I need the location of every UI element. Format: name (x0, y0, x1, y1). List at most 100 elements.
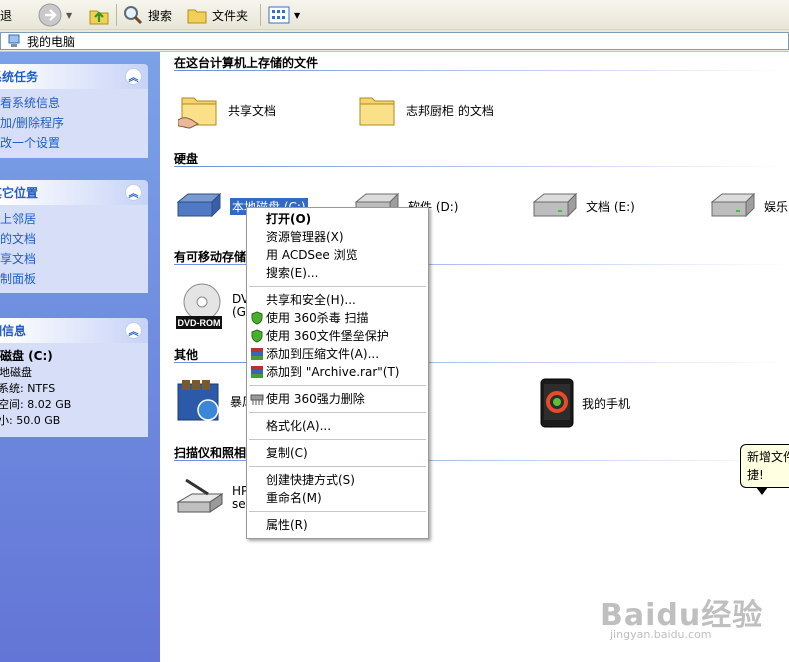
search-button[interactable]: 搜索 (122, 0, 172, 30)
task-change-setting[interactable]: 更改一个设置 (0, 133, 148, 153)
group-divider (174, 166, 789, 167)
menu-360-protect[interactable]: 使用 360文件堡垒保护 (247, 327, 428, 345)
menu-360-delete[interactable]: 使用 360强力删除 (247, 390, 428, 408)
shredder-icon (250, 394, 264, 405)
tooltip-tail (756, 487, 768, 495)
details-free-space: 可用空间: 8.02 GB (0, 398, 72, 411)
collapse-icon[interactable]: ︽ (125, 322, 142, 339)
watermark: Baidu经验 jingyan.baidu.com (600, 590, 763, 641)
search-label: 搜索 (148, 8, 173, 23)
menu-explore[interactable]: 资源管理器(X) (247, 228, 428, 246)
search-icon (124, 6, 143, 25)
back-button[interactable]: 退 (0, 0, 12, 30)
shared-documents-item[interactable]: 共享文档 (178, 90, 276, 130)
address-text: 我的电脑 (27, 34, 76, 49)
drive-e-label: 文档 (E:) (586, 199, 635, 214)
views-button[interactable]: ▼ (268, 0, 300, 30)
menu-separator (249, 466, 426, 467)
menu-acdsee[interactable]: 用 ACDSee 浏览 (247, 246, 428, 264)
toolbar-separator (116, 4, 117, 26)
place-my-documents[interactable]: 我的文档 (0, 229, 148, 249)
details-filesystem: 文件系统: NTFS (0, 382, 56, 395)
dvd-rom-icon: DVD-ROM (176, 283, 222, 329)
shield-icon (251, 311, 263, 325)
other-places-header[interactable]: 其它位置 ︽ (0, 180, 148, 205)
drive-e-item[interactable]: 文档 (E:) (532, 192, 635, 220)
shared-folder-icon (178, 97, 217, 129)
collapse-icon[interactable]: ︽ (125, 184, 142, 201)
up-button[interactable] (88, 0, 110, 30)
menu-separator (249, 439, 426, 440)
menu-separator (249, 385, 426, 386)
toolbar: 退 ▼ 搜索 文件夹 ▼ (0, 0, 789, 30)
system-tasks-header[interactable]: 系统任务 ︽ (0, 64, 148, 89)
shield-icon (251, 329, 263, 343)
task-pane: 系统任务 ︽ 查看系统信息 添加/删除程序 更改一个设置 其它位置 ︽ 网上邻居… (0, 52, 160, 662)
drive-f-label: 娱乐 (F:) (764, 199, 789, 214)
menu-create-shortcut[interactable]: 创建快捷方式(S) (247, 471, 428, 489)
details-body: 本地磁盘 (C:) 本地磁盘 文件系统: NTFS 可用空间: 8.02 GB … (0, 343, 148, 437)
menu-search[interactable]: 搜索(E)... (247, 264, 428, 282)
chevron-down-icon: ▼ (294, 10, 301, 20)
menu-add-to-rar-label: 添加到 "Archive.rar"(T) (266, 365, 400, 379)
my-phone-label: 我的手机 (582, 396, 631, 411)
group-divider (174, 70, 789, 71)
other-places-body: 网上邻居 我的文档 共享文档 控制面板 (0, 205, 148, 293)
details-header[interactable]: 详细信息 ︽ (0, 318, 148, 343)
task-view-system-info[interactable]: 查看系统信息 (0, 93, 148, 113)
media-library-icon (177, 380, 219, 421)
context-menu: 打开(O) 资源管理器(X) 用 ACDSee 浏览 搜索(E)... 共享和安… (246, 207, 429, 539)
place-network[interactable]: 网上邻居 (0, 209, 148, 229)
forward-arrow-icon (38, 3, 62, 27)
user-documents-item[interactable]: 志邦厨柜 的文档 (356, 90, 494, 130)
details-type: 本地磁盘 (0, 366, 32, 379)
menu-format[interactable]: 格式化(A)... (247, 417, 428, 435)
hard-drive-icon (176, 192, 222, 218)
system-tasks-panel: 系统任务 ︽ 查看系统信息 添加/删除程序 更改一个设置 (0, 64, 148, 158)
dvd-icon-text: DVD-ROM (178, 318, 221, 328)
view-grid-icon (268, 6, 290, 24)
hard-drive-icon (710, 192, 756, 218)
drive-f-item[interactable]: 娱乐 (F:) (710, 192, 789, 220)
collapse-icon[interactable]: ︽ (125, 68, 142, 85)
phone-icon (540, 378, 574, 428)
address-bar: 我的电脑 (0, 30, 789, 52)
address-field[interactable]: 我的电脑 (0, 32, 789, 50)
folders-label: 文件夹 (212, 8, 249, 23)
tooltip-line2: 捷! (747, 468, 764, 482)
watermark-url: jingyan.baidu.com (610, 628, 712, 641)
menu-separator (249, 286, 426, 287)
archive-icon (251, 366, 263, 378)
menu-360-delete-label: 使用 360强力删除 (266, 392, 365, 406)
menu-copy[interactable]: 复制(C) (247, 444, 428, 462)
place-control-panel[interactable]: 控制面板 (0, 269, 148, 289)
other-places-title: 其它位置 (0, 186, 39, 200)
menu-360-scan[interactable]: 使用 360杀毒 扫描 (247, 309, 428, 327)
menu-properties[interactable]: 属性(R) (247, 516, 428, 534)
folders-button[interactable]: 文件夹 (186, 0, 248, 30)
menu-separator (249, 412, 426, 413)
menu-separator (249, 511, 426, 512)
my-computer-icon (8, 34, 20, 47)
details-name: 本地磁盘 (C:) (0, 349, 53, 363)
my-phone-item[interactable]: 我的手机 (540, 378, 630, 428)
details-panel: 详细信息 ︽ 本地磁盘 (C:) 本地磁盘 文件系统: NTFS 可用空间: 8… (0, 318, 148, 437)
menu-rename[interactable]: 重命名(M) (247, 489, 428, 507)
details-title: 详细信息 (0, 324, 27, 338)
system-tasks-body: 查看系统信息 添加/删除程序 更改一个设置 (0, 89, 148, 158)
system-tasks-title: 系统任务 (0, 70, 39, 84)
menu-sharing-security[interactable]: 共享和安全(H)... (247, 291, 428, 309)
archive-icon (251, 348, 263, 360)
user-documents-label: 志邦厨柜 的文档 (406, 103, 494, 118)
folder-icon (359, 97, 395, 126)
menu-add-archive[interactable]: 添加到压缩文件(A)... (247, 345, 428, 363)
group-other: 其他 (174, 348, 199, 362)
task-add-remove-programs[interactable]: 添加/删除程序 (0, 113, 148, 133)
chevron-down-icon: ▼ (66, 10, 73, 20)
forward-button[interactable]: ▼ (38, 0, 72, 30)
menu-add-to-rar[interactable]: 添加到 "Archive.rar"(T) (247, 363, 428, 381)
menu-open[interactable]: 打开(O) (247, 210, 428, 228)
place-shared-documents[interactable]: 共享文档 (0, 249, 148, 269)
group-stored-files: 在这台计算机上存储的文件 (174, 56, 319, 70)
balloon-tooltip: 新增文件 捷! (740, 444, 789, 488)
